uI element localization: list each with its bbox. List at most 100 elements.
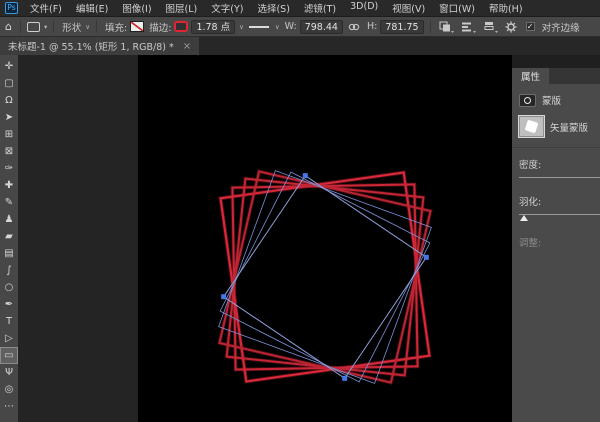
menu-items: 文件(F)编辑(E)图像(I)图层(L)文字(Y)选择(S)滤镜(T)3D(D)… — [23, 1, 530, 15]
stroke-style-preview[interactable] — [249, 26, 269, 28]
menu-3d[interactable]: 3D(D) — [343, 1, 385, 15]
feather-slider-track[interactable] — [519, 214, 600, 215]
chevron-down-icon[interactable]: ▾ — [44, 23, 47, 31]
fill-label: 填充: — [105, 20, 127, 34]
shape-stroke-glow — [227, 179, 424, 376]
divider — [96, 20, 97, 33]
shape-width-field[interactable]: 798.44 — [300, 20, 343, 34]
density-label: 密度: — [519, 157, 593, 171]
tool-clone-stamp[interactable]: ♟ — [0, 211, 18, 228]
mask-icon — [519, 94, 536, 107]
rotated-square-shape — [227, 179, 424, 376]
chevron-down-icon[interactable]: ∨ — [85, 23, 90, 31]
tool-crop[interactable]: ⊞ — [0, 126, 18, 143]
tool-gradient[interactable]: ▤ — [0, 245, 18, 262]
chevron-down-icon[interactable]: ∨ — [275, 23, 280, 31]
shape-layers — [138, 55, 512, 422]
menu-type[interactable]: 文字(Y) — [204, 1, 250, 15]
tools-sidebar: ✛▢Ω➤⊞⊠✑✚✎♟▰▤∫○✒T▷▭Ψ◎⋯ — [0, 55, 18, 422]
rotated-square-shape — [219, 171, 430, 382]
workspace-background — [18, 55, 512, 422]
menu-layer[interactable]: 图层(L) — [159, 1, 205, 15]
tool-dodge[interactable]: ○ — [0, 279, 18, 296]
mask-header-label: 蒙版 — [542, 93, 561, 107]
anchor-point[interactable] — [221, 294, 226, 299]
stroke-width-field[interactable]: 1.78 点 — [191, 20, 235, 34]
vector-mask-thumbnail[interactable] — [519, 116, 544, 137]
vector-mask-row: 矢量蒙版 — [519, 116, 593, 137]
tool-object-selection[interactable]: ➤ — [0, 109, 18, 126]
divider — [20, 20, 21, 33]
menu-image[interactable]: 图像(I) — [115, 1, 158, 15]
menu-file[interactable]: 文件(F) — [23, 1, 69, 15]
properties-panel-body: 蒙版 矢量蒙版 密度: 羽化: 调整: — [512, 84, 600, 422]
tool-spot-healing[interactable]: ✚ — [0, 177, 18, 194]
width-label: W: — [285, 21, 297, 32]
density-slider[interactable] — [519, 177, 593, 185]
path-operations-icon[interactable] — [439, 21, 454, 33]
tool-move[interactable]: ✛ — [0, 58, 18, 75]
anchor-point[interactable] — [303, 173, 308, 178]
mask-header-row: 蒙版 — [519, 93, 593, 107]
menu-help[interactable]: 帮助(H) — [482, 1, 530, 15]
refine-label: 调整: — [519, 235, 593, 249]
chevron-down-icon[interactable]: ∨ — [239, 23, 244, 31]
divider — [53, 20, 54, 33]
tool-more[interactable]: ⋯ — [0, 398, 18, 415]
feather-slider-thumb[interactable] — [520, 215, 528, 221]
menu-edit[interactable]: 编辑(E) — [69, 1, 115, 15]
divider — [430, 20, 431, 33]
menu-bar: Ps 文件(F)编辑(E)图像(I)图层(L)文字(Y)选择(S)滤镜(T)3D… — [0, 0, 600, 17]
document-tab-bar: 未标题-1 @ 55.1% (矩形 1, RGB/8) * × — [0, 37, 600, 55]
feather-slider[interactable] — [519, 214, 593, 222]
home-icon[interactable]: ⌂ — [5, 20, 12, 33]
menu-filter[interactable]: 滤镜(T) — [297, 1, 343, 15]
photoshop-logo-icon: Ps — [5, 2, 18, 14]
path-arrangement-icon[interactable] — [483, 21, 498, 33]
menu-select[interactable]: 选择(S) — [250, 1, 296, 15]
stroke-color-swatch[interactable] — [174, 21, 188, 32]
panel-dock-spacer — [512, 55, 600, 68]
document-tab[interactable]: 未标题-1 @ 55.1% (矩形 1, RGB/8) * × — [0, 37, 199, 55]
properties-panel: 属性 蒙版 矢量蒙版 密度: 羽化: — [512, 55, 600, 422]
tool-smudge[interactable]: ∫ — [0, 262, 18, 279]
anchor-point[interactable] — [342, 376, 347, 381]
link-dimensions-icon[interactable] — [348, 22, 360, 32]
vector-path-outline — [224, 176, 427, 379]
tool-brush[interactable]: ✎ — [0, 194, 18, 211]
tool-pen[interactable]: ✒ — [0, 296, 18, 313]
tool-rectangle[interactable]: ▭ — [0, 347, 18, 364]
menu-window[interactable]: 窗口(W) — [432, 1, 482, 15]
menu-view[interactable]: 视图(V) — [385, 1, 432, 15]
anchor-point[interactable] — [424, 255, 429, 260]
align-edges-checkbox[interactable]: ✓ — [526, 22, 535, 31]
align-edges-label: 对齐边缘 — [542, 20, 580, 34]
tool-eraser[interactable]: ▰ — [0, 228, 18, 245]
tool-hand[interactable]: Ψ — [0, 364, 18, 381]
panel-tab-strip: 属性 — [512, 68, 600, 84]
feather-label: 羽化: — [519, 194, 593, 208]
options-bar: ⌂ ▾ 形状 ∨ 填充: 描边: 1.78 点 ∨ ∨ W: 798.44 H:… — [0, 17, 600, 37]
tool-preset-icon[interactable] — [27, 22, 40, 32]
shape-height-field[interactable]: 781.75 — [380, 20, 423, 34]
tab-properties[interactable]: 属性 — [512, 68, 549, 84]
divider — [512, 147, 600, 148]
tool-mode-select[interactable]: 形状 — [62, 20, 81, 34]
mask-type-label: 矢量蒙版 — [550, 120, 588, 134]
document-tab-title: 未标题-1 @ 55.1% (矩形 1, RGB/8) * — [8, 39, 174, 53]
density-slider-track[interactable] — [519, 177, 600, 178]
gear-icon[interactable] — [505, 21, 517, 33]
tool-rect-marquee[interactable]: ▢ — [0, 75, 18, 92]
height-label: H: — [367, 21, 377, 32]
path-alignment-icon[interactable] — [461, 21, 476, 33]
photoshop-window: Ps 文件(F)编辑(E)图像(I)图层(L)文字(Y)选择(S)滤镜(T)3D… — [0, 0, 600, 422]
tool-eyedropper[interactable]: ✑ — [0, 160, 18, 177]
tool-lasso[interactable]: Ω — [0, 92, 18, 109]
tool-zoom[interactable]: ◎ — [0, 381, 18, 398]
close-icon[interactable]: × — [183, 41, 191, 52]
tool-path-selection[interactable]: ▷ — [0, 330, 18, 347]
tool-frame[interactable]: ⊠ — [0, 143, 18, 160]
tool-type[interactable]: T — [0, 313, 18, 330]
document-canvas[interactable] — [138, 55, 512, 422]
fill-swatch-none[interactable] — [130, 21, 144, 32]
